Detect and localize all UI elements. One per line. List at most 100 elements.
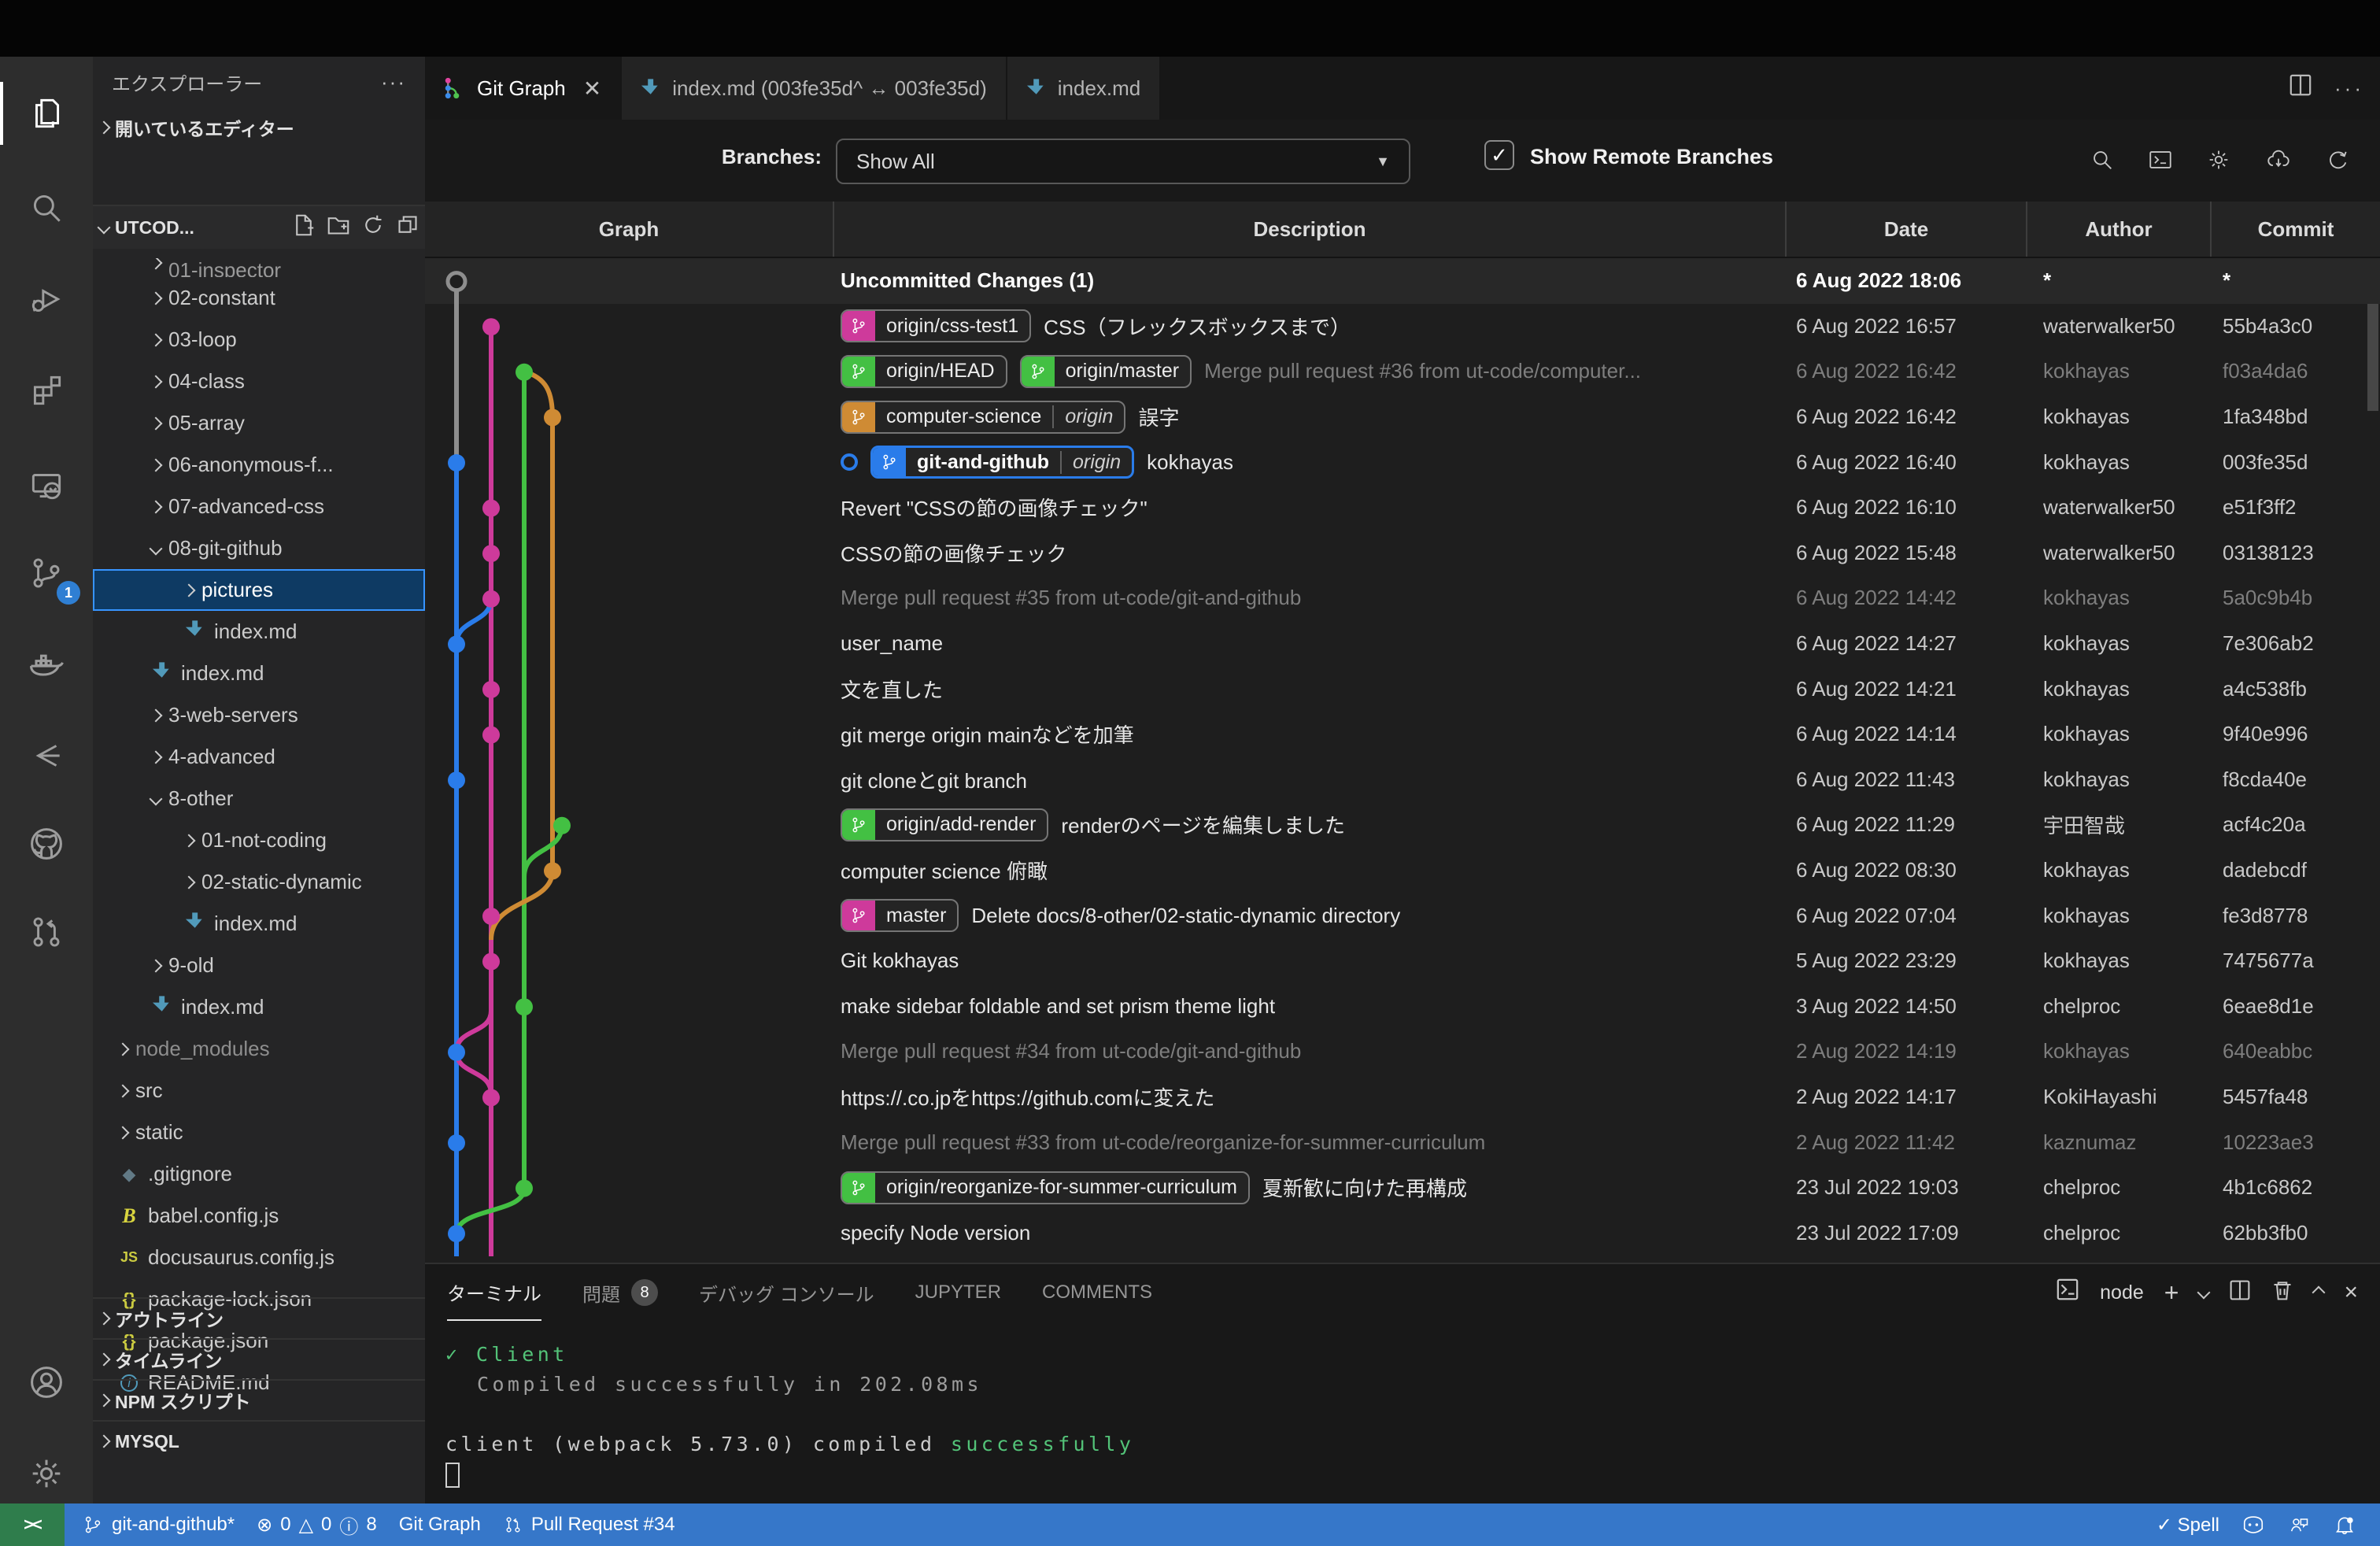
spell-status-item[interactable]: ✓ Spell (2145, 1503, 2230, 1546)
cloud-download-icon[interactable] (2264, 146, 2293, 179)
git-graph-status-item[interactable]: Git Graph (388, 1503, 492, 1546)
sidebar-section-タイムライン[interactable]: タイムライン (93, 1338, 425, 1379)
arrow-misc-icon[interactable] (0, 715, 93, 797)
tree-item-03-loop[interactable]: 03-loop (93, 319, 425, 361)
settings-gear-icon[interactable] (0, 1433, 93, 1515)
problems-status-item[interactable]: ⊗0 △0 ⓘ8 (246, 1503, 388, 1546)
tree-item-pictures[interactable]: pictures (93, 569, 425, 611)
notifications-bell-icon[interactable] (2322, 1503, 2367, 1546)
tree-item-07-advanced-css[interactable]: 07-advanced-css (93, 486, 425, 527)
panel-tab-デバッグ コンソール[interactable]: デバッグ コンソール (699, 1264, 874, 1321)
commit-message: https://.co.jpをhttps://github.comに変えた (841, 1082, 1214, 1111)
tree-item-4-advanced[interactable]: 4-advanced (93, 736, 425, 778)
collapse-folders-icon[interactable] (397, 214, 419, 241)
branch-badge-origin-HEAD[interactable]: origin/HEAD (841, 355, 1007, 388)
branches-dropdown[interactable]: Show All▼ (836, 139, 1410, 184)
account-icon[interactable] (0, 1341, 93, 1423)
commit-date: 2 Aug 2022 11:42 (1796, 1130, 2024, 1155)
graph-search-icon[interactable] (2089, 146, 2116, 179)
show-remote-branches-checkbox[interactable]: ✓ (1484, 140, 1514, 170)
panel-tab-ターミナル[interactable]: ターミナル (447, 1264, 541, 1321)
sidebar-section-アウトライン[interactable]: アウトライン (93, 1297, 425, 1338)
branch-badge-origin-reorganize-for-summer-curriculum[interactable]: origin/reorganize-for-summer-curriculum (841, 1171, 1250, 1204)
branch-badge-computer-science[interactable]: computer-scienceorigin (841, 401, 1125, 434)
tree-item-8-other[interactable]: 8-other (93, 778, 425, 819)
feedback-status-icon[interactable] (2276, 1503, 2322, 1546)
search-icon[interactable] (0, 167, 93, 249)
branch-badge-git-and-github[interactable]: git-and-githuborigin (870, 446, 1134, 479)
graph-refresh-icon[interactable] (2325, 146, 2352, 179)
docker-icon[interactable] (0, 623, 93, 705)
kill-terminal-icon[interactable] (2271, 1278, 2293, 1307)
column-header-description[interactable]: Description (834, 202, 1787, 257)
chevron-right-icon (183, 875, 196, 889)
branch-badge-origin-css-test1[interactable]: origin/css-test1 (841, 309, 1031, 342)
tab-close-icon[interactable]: ✕ (583, 76, 601, 102)
tree-item-02-static-dynamic[interactable]: 02-static-dynamic (93, 861, 425, 903)
tree-item-08-git-github[interactable]: 08-git-github (93, 527, 425, 569)
new-file-icon[interactable] (293, 214, 315, 241)
maximize-panel-icon[interactable] (2312, 1286, 2326, 1300)
tree-item-05-array[interactable]: 05-array (93, 402, 425, 444)
column-header-date[interactable]: Date (1787, 202, 2027, 257)
tree-item-01-inspector[interactable]: 01-inspector (93, 258, 425, 277)
panel-tab-COMMENTS[interactable]: COMMENTS (1042, 1264, 1152, 1321)
editor-more-actions-icon[interactable]: ··· (2334, 76, 2364, 101)
tab-git-graph[interactable]: Git Graph✕ (425, 57, 622, 120)
tree-item--gitignore[interactable]: ◆.gitignore (93, 1153, 425, 1195)
tab-index-md-003fe35d-003fe35d-[interactable]: index.md (003fe35d^ ↔ 003fe35d) (622, 57, 1007, 120)
dropdown-arrow-icon: ▼ (1376, 153, 1390, 170)
new-terminal-icon[interactable]: + (2164, 1278, 2179, 1307)
source-control-icon[interactable]: 1 (0, 532, 93, 614)
refresh-icon[interactable] (362, 214, 384, 241)
tree-item-01-not-coding[interactable]: 01-not-coding (93, 819, 425, 861)
branch-badge-master[interactable]: master (841, 899, 959, 932)
tab-index-md[interactable]: index.md (1007, 57, 1162, 120)
tree-item-label: 9-old (168, 953, 214, 978)
panel-tab-問題[interactable]: 問題8 (582, 1264, 658, 1321)
tree-item-04-class[interactable]: 04-class (93, 361, 425, 402)
graph-terminal-icon[interactable] (2147, 146, 2174, 179)
terminal-dropdown-icon[interactable] (2197, 1286, 2211, 1300)
tree-item-9-old[interactable]: 9-old (93, 945, 425, 986)
open-editors-section[interactable]: 開いているエディター (93, 107, 425, 148)
column-header-author[interactable]: Author (2027, 202, 2212, 257)
workspace-section[interactable]: UTCOD... (93, 205, 425, 249)
close-panel-icon[interactable]: × (2344, 1279, 2358, 1306)
branch-status-item[interactable]: git-and-github* (71, 1503, 246, 1546)
sidebar-section-NPM スクリプト[interactable]: NPM スクリプト (93, 1379, 425, 1420)
github-icon[interactable] (0, 803, 93, 885)
copilot-status-icon[interactable] (2230, 1503, 2276, 1546)
extensions-icon[interactable] (0, 350, 93, 431)
tree-item-06-anonymous-f-[interactable]: 06-anonymous-f... (93, 444, 425, 486)
column-header-graph[interactable]: Graph (425, 202, 834, 257)
graph-settings-icon[interactable] (2205, 146, 2232, 179)
remote-explorer-icon[interactable] (0, 444, 93, 526)
tree-item-3-web-servers[interactable]: 3-web-servers (93, 694, 425, 736)
sidebar-section-MYSQL[interactable]: MYSQL (93, 1420, 425, 1461)
tree-item-02-constant[interactable]: 02-constant (93, 277, 425, 319)
split-editor-icon[interactable] (2289, 73, 2312, 103)
tree-item-babel-config-js[interactable]: Bbabel.config.js (93, 1195, 425, 1237)
remote-indicator[interactable]: >< (0, 1503, 65, 1546)
panel-tab-JUPYTER[interactable]: JUPYTER (915, 1264, 1001, 1321)
tree-item-static[interactable]: static (93, 1111, 425, 1153)
tree-item-index-md[interactable]: index.md (93, 653, 425, 694)
tree-item-src[interactable]: src (93, 1070, 425, 1111)
branch-badge-origin-add-render[interactable]: origin/add-render (841, 808, 1048, 841)
column-header-commit[interactable]: Commit (2212, 202, 2380, 257)
tree-item-index-md[interactable]: index.md (93, 903, 425, 945)
tree-item-index-md[interactable]: index.md (93, 986, 425, 1028)
tree-item-index-md[interactable]: index.md (93, 611, 425, 653)
pull-request-status-item[interactable]: Pull Request #34 (492, 1503, 686, 1546)
explorer-icon[interactable] (0, 72, 93, 154)
split-terminal-icon[interactable] (2229, 1278, 2251, 1307)
branch-badge-origin-master[interactable]: origin/master (1020, 355, 1192, 388)
explorer-more-icon[interactable]: ··· (381, 70, 406, 94)
commit-hash: f03a4da6 (2223, 359, 2377, 383)
new-folder-icon[interactable] (327, 214, 349, 241)
tree-item-node-modules[interactable]: node_modules (93, 1028, 425, 1070)
tree-item-docusaurus-config-js[interactable]: JSdocusaurus.config.js (93, 1237, 425, 1278)
run-debug-icon[interactable] (0, 258, 93, 340)
github-pr-icon[interactable] (0, 891, 93, 973)
